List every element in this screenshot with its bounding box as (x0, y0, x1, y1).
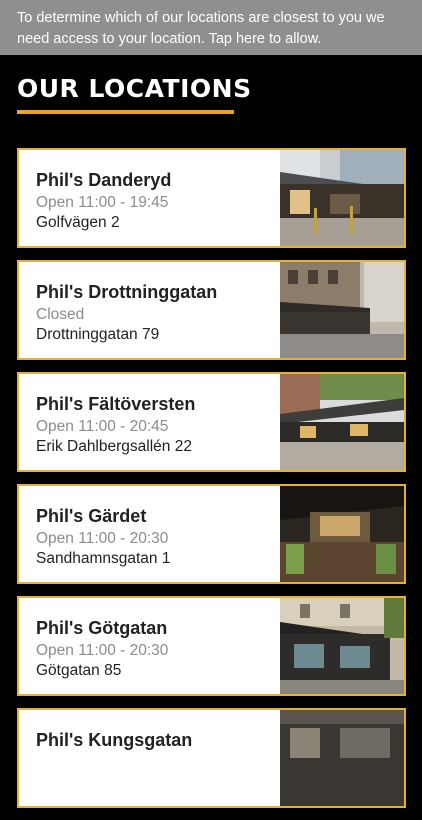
location-photo (280, 486, 404, 582)
location-photo (280, 374, 404, 470)
location-permission-text: To determine which of our locations are … (17, 10, 385, 47)
title-underline (17, 110, 234, 114)
page-title: OUR LOCATIONS (17, 74, 252, 103)
location-photo (280, 710, 404, 806)
location-photo (280, 598, 404, 694)
location-hours: Open 11:00 - 19:45 (36, 194, 169, 211)
location-name: Phil's Fältöversten (36, 394, 196, 414)
location-photo (280, 262, 404, 358)
location-card-gardet[interactable]: Phil's Gärdet Open 11:00 - 20:30 Sandham… (17, 484, 406, 584)
location-address: Drottninggatan 79 (36, 326, 160, 343)
location-card-drottninggatan[interactable]: Phil's Drottninggatan Closed Drottningga… (17, 260, 406, 360)
location-address: Götgatan 85 (36, 662, 122, 679)
location-photo (280, 150, 404, 246)
location-hours: Closed (36, 306, 85, 323)
location-card-faltoversten[interactable]: Phil's Fältöversten Open 11:00 - 20:45 E… (17, 372, 406, 472)
location-address: Sandhamnsgatan 1 (36, 550, 171, 567)
locations-list: Phil's Danderyd Open 11:00 - 19:45 Golfv… (17, 148, 406, 820)
location-hours: Open 11:00 - 20:30 (36, 642, 169, 659)
location-name: Phil's Kungsgatan (36, 730, 193, 750)
location-address: Erik Dahlbergsallén 22 (36, 438, 192, 455)
location-card-kungsgatan[interactable]: Phil's Kungsgatan (17, 708, 406, 808)
location-hours: Open 11:00 - 20:45 (36, 418, 169, 435)
location-hours: Open 11:00 - 20:30 (36, 530, 169, 547)
location-name: Phil's Drottninggatan (36, 282, 218, 302)
location-card-gotgatan[interactable]: Phil's Götgatan Open 11:00 - 20:30 Götga… (17, 596, 406, 696)
location-name: Phil's Danderyd (36, 170, 172, 190)
location-card-danderyd[interactable]: Phil's Danderyd Open 11:00 - 19:45 Golfv… (17, 148, 406, 248)
location-name: Phil's Götgatan (36, 618, 168, 638)
location-name: Phil's Gärdet (36, 506, 147, 526)
location-permission-banner[interactable]: To determine which of our locations are … (0, 0, 422, 55)
location-address: Golfvägen 2 (36, 214, 120, 231)
